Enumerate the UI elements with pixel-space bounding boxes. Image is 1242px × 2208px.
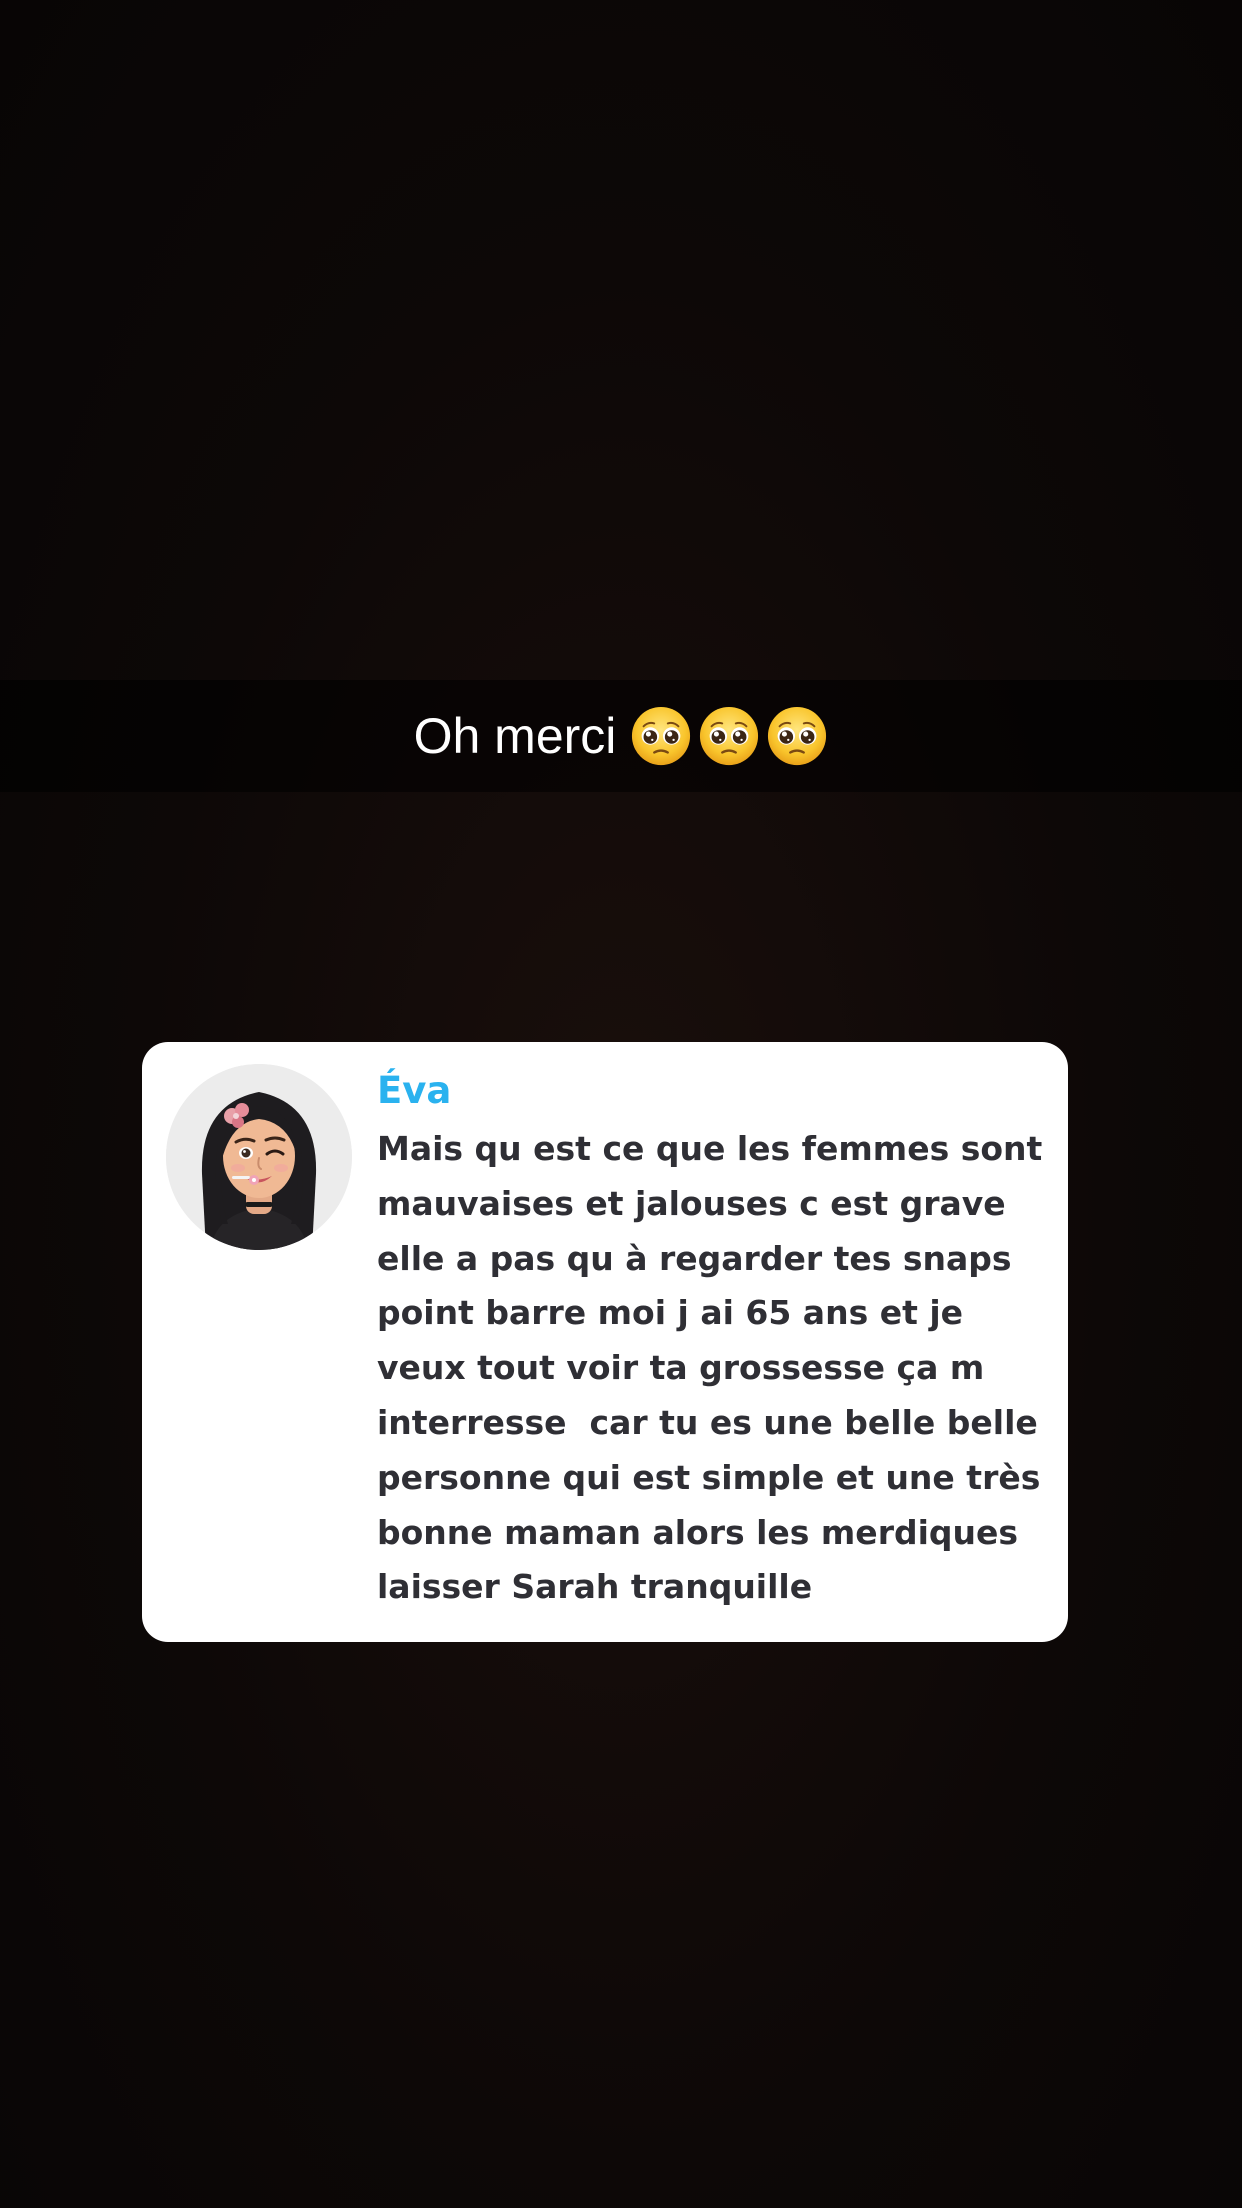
- message-line: interresse car tu es une belle belle: [377, 1402, 1038, 1442]
- message-line: elle a pas qu à regarder tes snaps: [377, 1238, 1012, 1278]
- sender-name: Éva: [377, 1069, 452, 1112]
- caption-bar[interactable]: Oh merci: [0, 680, 1242, 792]
- caption-text: Oh merci: [413, 708, 617, 764]
- message-line: veux tout voir ta grossesse ça m: [377, 1348, 985, 1388]
- pleading-face-emoji: [632, 706, 691, 766]
- question-reply-sticker[interactable]: Éva Mais qu est ce que les femmes sont m…: [142, 1042, 1068, 1642]
- pleading-face-emoji: [700, 706, 759, 766]
- question-message: Mais qu est ce que les femmes sont mauva…: [377, 1122, 1047, 1615]
- message-line: mauvaises et jalouses c est grave: [377, 1183, 1006, 1223]
- pleading-face-emoji: [768, 706, 827, 766]
- message-line: laisser Sarah tranquille: [377, 1567, 813, 1607]
- message-line: bonne maman alors les merdiques: [377, 1512, 1019, 1552]
- bitmoji-avatar[interactable]: [166, 1064, 352, 1250]
- message-line: Mais qu est ce que les femmes sont: [377, 1129, 1043, 1168]
- caption-content: Oh merci: [414, 705, 829, 767]
- message-line: point barre moi j ai 65 ans et je: [377, 1293, 964, 1333]
- avatar-illustration: [166, 1064, 352, 1250]
- message-line: personne qui est simple et une très: [377, 1457, 1041, 1497]
- caption-emojis: [630, 705, 828, 767]
